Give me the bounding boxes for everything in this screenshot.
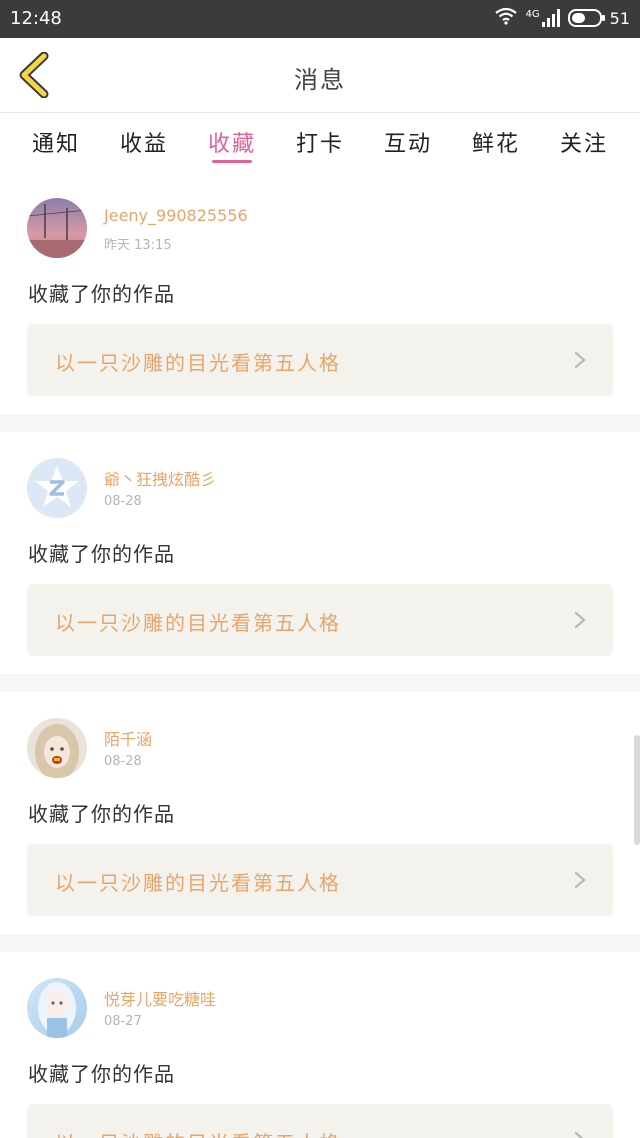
- battery-level: 51: [609, 8, 630, 28]
- list-item: Jeeny_990825556 昨天 13:15 收藏了你的作品 以一只沙雕的目…: [0, 172, 640, 414]
- status-icons: 4G 51: [494, 7, 630, 29]
- tab-earnings[interactable]: 收益: [106, 114, 182, 170]
- battery-fill: [571, 13, 585, 23]
- work-title: 以一只沙雕的目光看第五人格: [55, 1127, 341, 1138]
- tab-checkin[interactable]: 打卡: [282, 114, 358, 170]
- work-title: 以一只沙雕的目光看第五人格: [55, 351, 341, 375]
- avatar[interactable]: [27, 978, 87, 1038]
- work-title: 以一只沙雕的目光看第五人格: [55, 871, 341, 895]
- action-text: 收藏了你的作品: [28, 542, 175, 566]
- action-text: 收藏了你的作品: [28, 282, 175, 306]
- username[interactable]: 爺丶狂拽炫酷彡: [104, 466, 216, 490]
- list-item: 爺丶狂拽炫酷彡 08-28 收藏了你的作品 以一只沙雕的目光看第五人格: [0, 432, 640, 674]
- wifi-icon: [494, 7, 518, 29]
- tab-notice[interactable]: 通知: [18, 114, 94, 170]
- tab-bar: 通知 收益 收藏 打卡 互动 鲜花 关注: [0, 114, 640, 170]
- chevron-right-icon: [574, 1131, 584, 1138]
- status-bar: 12:48 4G 51: [0, 0, 640, 38]
- timestamp: 08-27: [104, 1014, 142, 1029]
- avatar[interactable]: [27, 718, 87, 778]
- work-title: 以一只沙雕的目光看第五人格: [55, 611, 341, 635]
- divider: [0, 414, 640, 432]
- tab-follow[interactable]: 关注: [546, 114, 622, 170]
- list-item: 陌千涵 08-28 收藏了你的作品 以一只沙雕的目光看第五人格: [0, 692, 640, 934]
- network-type-label: 4G: [525, 8, 540, 20]
- work-link[interactable]: 以一只沙雕的目光看第五人格: [27, 324, 613, 396]
- signal-icon: [541, 9, 560, 27]
- battery-icon: [567, 9, 605, 27]
- username[interactable]: 陌千涵: [104, 726, 152, 750]
- chevron-right-icon: [574, 351, 586, 369]
- username[interactable]: Jeeny_990825556: [104, 206, 248, 225]
- avatar[interactable]: [27, 458, 87, 518]
- timestamp: 08-28: [104, 494, 142, 509]
- tab-interaction[interactable]: 互动: [370, 114, 446, 170]
- divider: [0, 934, 640, 952]
- tab-favorites[interactable]: 收藏: [194, 114, 270, 170]
- tab-flowers[interactable]: 鲜花: [458, 114, 534, 170]
- username[interactable]: 悦芽儿要吃糖哇: [104, 986, 216, 1010]
- avatar[interactable]: [27, 198, 87, 258]
- timestamp: 昨天 13:15: [104, 238, 172, 253]
- page-title: 消息: [294, 66, 346, 94]
- status-time: 12:48: [10, 8, 62, 29]
- notification-list: Jeeny_990825556 昨天 13:15 收藏了你的作品 以一只沙雕的目…: [0, 172, 640, 1138]
- divider: [0, 674, 640, 692]
- scrollbar[interactable]: [634, 735, 640, 845]
- work-link[interactable]: 以一只沙雕的目光看第五人格: [27, 844, 613, 916]
- work-link[interactable]: 以一只沙雕的目光看第五人格: [27, 1104, 613, 1138]
- chevron-right-icon: [574, 611, 586, 629]
- action-text: 收藏了你的作品: [28, 1062, 175, 1086]
- chevron-right-icon: [574, 871, 586, 889]
- action-text: 收藏了你的作品: [28, 802, 175, 826]
- header: 消息: [0, 38, 640, 113]
- timestamp: 08-28: [104, 754, 142, 769]
- work-link[interactable]: 以一只沙雕的目光看第五人格: [27, 584, 613, 656]
- list-item: 悦芽儿要吃糖哇 08-27 收藏了你的作品 以一只沙雕的目光看第五人格: [0, 952, 640, 1138]
